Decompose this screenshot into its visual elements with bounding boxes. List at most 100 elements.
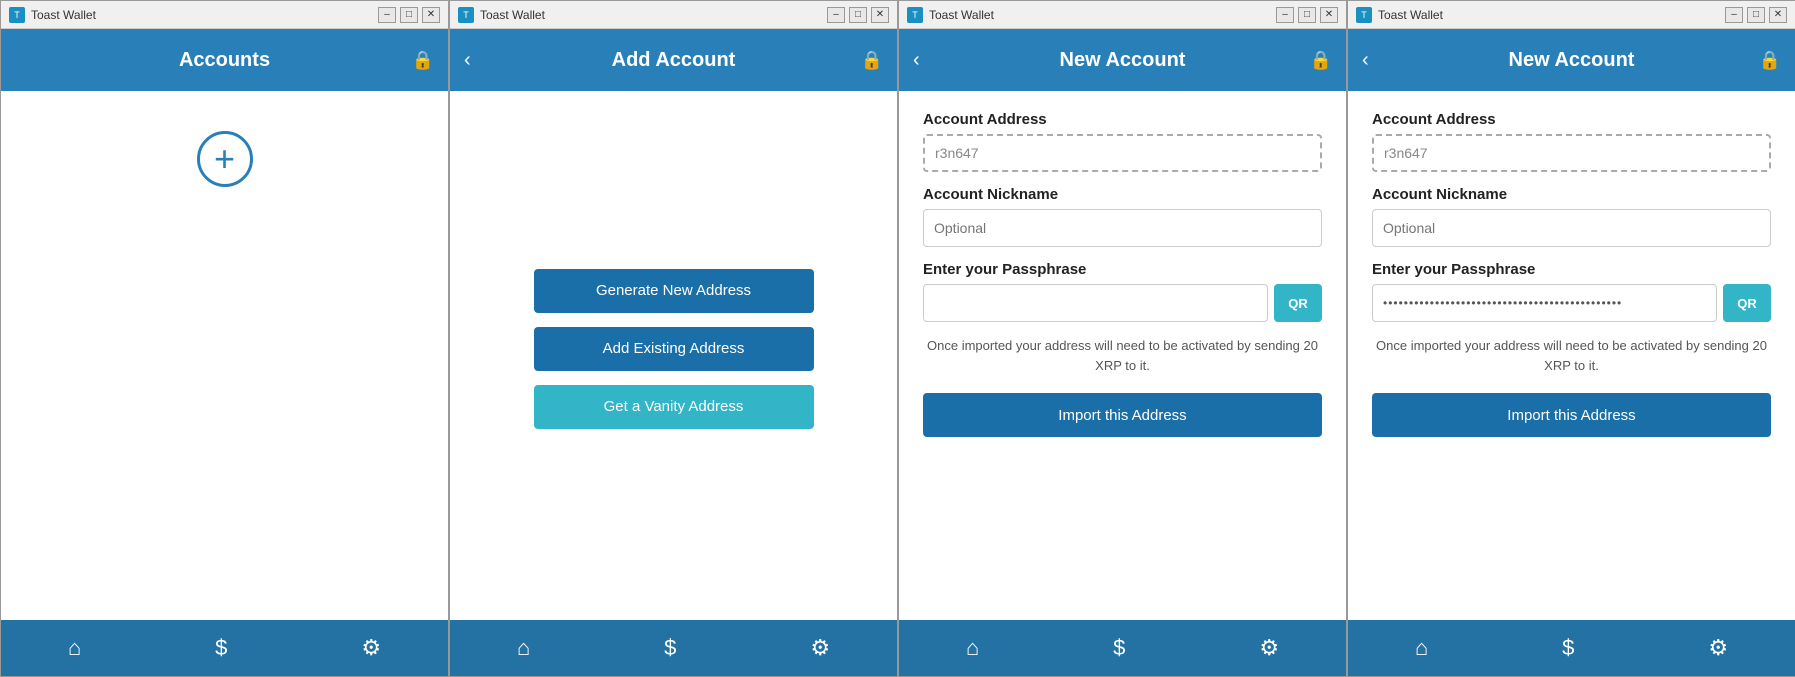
content-accounts: + [1, 91, 448, 620]
title-bar-left-3: T Toast Wallet [907, 7, 994, 23]
minimize-btn-2[interactable]: – [827, 7, 845, 23]
gear-icon-3[interactable]: ⚙ [1235, 627, 1303, 669]
home-icon-3[interactable]: ⌂ [942, 627, 1003, 669]
dollar-icon-1[interactable]: $ [191, 627, 251, 669]
lock-icon-3[interactable]: 🔒 [1310, 50, 1332, 71]
footer-3: ⌂ $ ⚙ [899, 620, 1346, 676]
minimize-btn-4[interactable]: – [1725, 7, 1743, 23]
dollar-icon-3[interactable]: $ [1089, 627, 1149, 669]
nickname-section-1: Account Nickname [923, 186, 1322, 261]
maximize-btn-1[interactable]: □ [400, 7, 418, 23]
back-icon-4[interactable]: ‹ [1362, 49, 1369, 72]
header-4: ‹ New Account 🔒 [1348, 29, 1795, 91]
passphrase-label-2: Enter your Passphrase [1372, 261, 1771, 278]
home-icon-4[interactable]: ⌂ [1391, 627, 1452, 669]
app-icon-2: T [458, 7, 474, 23]
passphrase-label-1: Enter your Passphrase [923, 261, 1322, 278]
header-title-1: Accounts [179, 49, 270, 72]
title-bar-left-4: T Toast Wallet [1356, 7, 1443, 23]
passphrase-section-2: Enter your Passphrase QR [1372, 261, 1771, 336]
vanity-address-button[interactable]: Get a Vanity Address [534, 385, 814, 429]
maximize-btn-3[interactable]: □ [1298, 7, 1316, 23]
add-existing-button[interactable]: Add Existing Address [534, 327, 814, 371]
window-new-account-1: T Toast Wallet – □ ✕ ‹ New Account 🔒 Acc… [898, 0, 1347, 677]
passphrase-input-1[interactable] [923, 284, 1268, 322]
title-bar-2: T Toast Wallet – □ ✕ [450, 1, 897, 29]
app-icon-3: T [907, 7, 923, 23]
address-label-1: Account Address [923, 111, 1322, 128]
home-icon-2[interactable]: ⌂ [493, 627, 554, 669]
app-icon-4: T [1356, 7, 1372, 23]
header-title-3: New Account [1060, 49, 1186, 72]
close-btn-3[interactable]: ✕ [1320, 7, 1338, 23]
lock-icon-4[interactable]: 🔒 [1759, 50, 1781, 71]
nickname-input-2[interactable] [1372, 209, 1771, 247]
footer-2: ⌂ $ ⚙ [450, 620, 897, 676]
import-button-1[interactable]: Import this Address [923, 393, 1322, 437]
address-section-1: Account Address [923, 111, 1322, 186]
nickname-label-2: Account Nickname [1372, 186, 1771, 203]
app-title-3: Toast Wallet [929, 8, 994, 22]
minimize-btn-1[interactable]: – [378, 7, 396, 23]
lock-icon-1[interactable]: 🔒 [412, 50, 434, 71]
maximize-btn-4[interactable]: □ [1747, 7, 1765, 23]
add-account-button[interactable]: + [197, 131, 253, 187]
address-input-2[interactable] [1372, 134, 1771, 172]
generate-address-button[interactable]: Generate New Address [534, 269, 814, 313]
import-button-2[interactable]: Import this Address [1372, 393, 1771, 437]
footer-1: ⌂ $ ⚙ [1, 620, 448, 676]
title-bar-4: T Toast Wallet – □ ✕ [1348, 1, 1795, 29]
close-btn-4[interactable]: ✕ [1769, 7, 1787, 23]
app-icon-1: T [9, 7, 25, 23]
back-icon-2[interactable]: ‹ [464, 49, 471, 72]
app-title-1: Toast Wallet [31, 8, 96, 22]
nickname-input-1[interactable] [923, 209, 1322, 247]
back-icon-3[interactable]: ‹ [913, 49, 920, 72]
header-title-2: Add Account [612, 49, 736, 72]
passphrase-input-2[interactable] [1372, 284, 1717, 322]
minimize-btn-3[interactable]: – [1276, 7, 1294, 23]
home-icon-1[interactable]: ⌂ [44, 627, 105, 669]
footer-4: ⌂ $ ⚙ [1348, 620, 1795, 676]
dollar-icon-2[interactable]: $ [640, 627, 700, 669]
gear-icon-4[interactable]: ⚙ [1684, 627, 1752, 669]
window-controls-1: – □ ✕ [378, 7, 440, 23]
passphrase-row-2: QR [1372, 284, 1771, 322]
gear-icon-1[interactable]: ⚙ [337, 627, 405, 669]
window-accounts: T Toast Wallet – □ ✕ Accounts 🔒 + ⌂ $ ⚙ [0, 0, 449, 677]
gear-icon-2[interactable]: ⚙ [786, 627, 854, 669]
app-title-2: Toast Wallet [480, 8, 545, 22]
window-controls-4: – □ ✕ [1725, 7, 1787, 23]
nickname-section-2: Account Nickname [1372, 186, 1771, 261]
window-new-account-2: T Toast Wallet – □ ✕ ‹ New Account 🔒 Acc… [1347, 0, 1795, 677]
header-title-4: New Account [1509, 49, 1635, 72]
dollar-icon-4[interactable]: $ [1538, 627, 1598, 669]
header-2: ‹ Add Account 🔒 [450, 29, 897, 91]
maximize-btn-2[interactable]: □ [849, 7, 867, 23]
header-1: Accounts 🔒 [1, 29, 448, 91]
address-label-2: Account Address [1372, 111, 1771, 128]
lock-icon-2[interactable]: 🔒 [861, 50, 883, 71]
close-btn-2[interactable]: ✕ [871, 7, 889, 23]
address-input-1[interactable] [923, 134, 1322, 172]
content-add-account: Generate New Address Add Existing Addres… [450, 91, 897, 620]
qr-button-1[interactable]: QR [1274, 284, 1322, 322]
nickname-label-1: Account Nickname [923, 186, 1322, 203]
window-controls-2: – □ ✕ [827, 7, 889, 23]
app-title-4: Toast Wallet [1378, 8, 1443, 22]
qr-button-2[interactable]: QR [1723, 284, 1771, 322]
title-bar-1: T Toast Wallet – □ ✕ [1, 1, 448, 29]
content-new-account-1: Account Address Account Nickname Enter y… [899, 91, 1346, 620]
content-new-account-2: Account Address Account Nickname Enter y… [1348, 91, 1795, 620]
notice-text-2: Once imported your address will need to … [1372, 336, 1771, 375]
window-add-account: T Toast Wallet – □ ✕ ‹ Add Account 🔒 Gen… [449, 0, 898, 677]
header-3: ‹ New Account 🔒 [899, 29, 1346, 91]
window-controls-3: – □ ✕ [1276, 7, 1338, 23]
passphrase-section-1: Enter your Passphrase QR [923, 261, 1322, 336]
notice-text-1: Once imported your address will need to … [923, 336, 1322, 375]
title-bar-left-2: T Toast Wallet [458, 7, 545, 23]
address-section-2: Account Address [1372, 111, 1771, 186]
close-btn-1[interactable]: ✕ [422, 7, 440, 23]
title-bar-3: T Toast Wallet – □ ✕ [899, 1, 1346, 29]
passphrase-row-1: QR [923, 284, 1322, 322]
